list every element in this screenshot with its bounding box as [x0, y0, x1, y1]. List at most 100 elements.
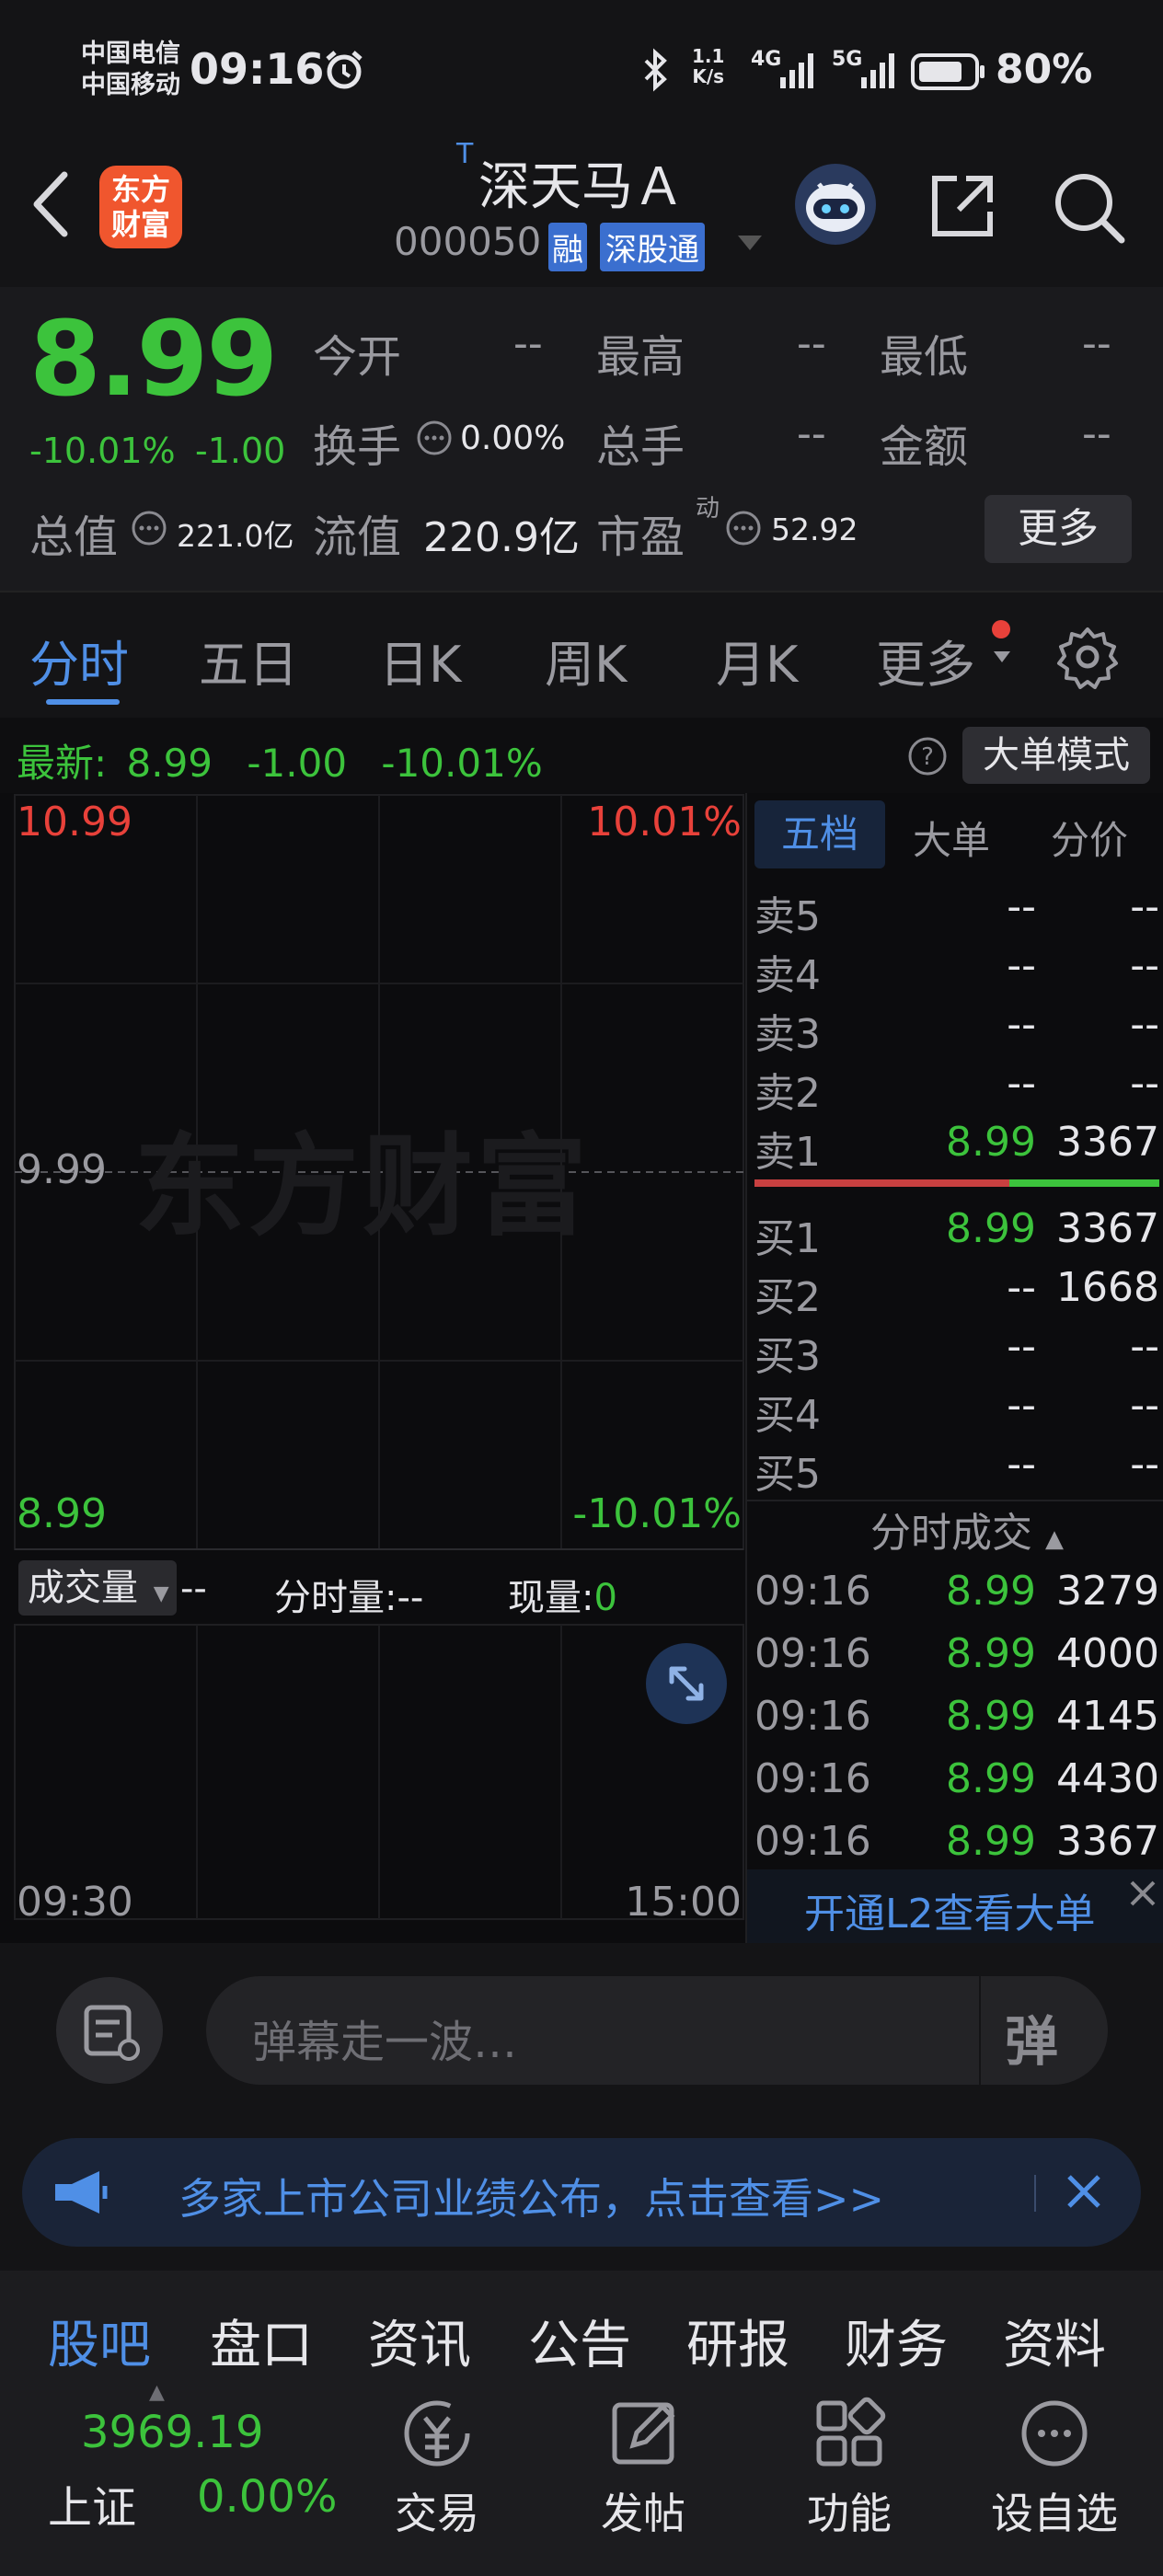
chart-grid [14, 794, 744, 1920]
latest-label: 最新: [17, 741, 108, 786]
robot-assistant-icon[interactable] [791, 160, 880, 252]
svg-text:?: ? [921, 743, 934, 771]
tab-daily-k[interactable]: 日K [379, 624, 461, 696]
change-percent: -10.01% [29, 431, 176, 471]
carrier-1: 中国电信 [81, 40, 180, 68]
volume-selector[interactable]: 成交量 ▼ [18, 1560, 177, 1616]
latest-price: 8.99 [126, 741, 213, 786]
book-tab-big-order[interactable]: 大单 [913, 810, 990, 866]
app-logo[interactable]: 东方 财富 [99, 166, 182, 248]
add-watchlist-label: 设自选 [991, 2489, 1118, 2538]
book-tab-price-dist[interactable]: 分价 [1051, 810, 1128, 866]
ask-label: 卖3 [754, 1011, 821, 1058]
index-panel[interactable]: ▲ 3969.19 上证 0.00% [0, 2381, 350, 2576]
back-arrow-icon[interactable] [28, 167, 74, 245]
section-tab-finance[interactable]: 财务 [845, 2304, 948, 2378]
quote-panel: 8.99 -10.01% -1.00 今开 -- 最高 -- 最低 -- 换手 … [0, 287, 1163, 591]
tab-more-caret-icon [992, 650, 1012, 668]
battery-icon [911, 53, 986, 94]
field-value-volume: -- [797, 410, 826, 457]
latest-info-bar: 最新: 8.99 -1.00 -10.01% ? 大单模式 [0, 718, 1163, 793]
status-time: 09:16 [190, 44, 325, 94]
tab-minute[interactable]: 分时 [29, 624, 129, 696]
settings-gear-icon[interactable] [1054, 624, 1121, 694]
field-value-high: -- [797, 320, 826, 367]
intraday-chart[interactable]: 东方财富 10.99 10.01% 9.99 8.99 -10.01% 成交量 … [0, 793, 745, 1943]
app-logo-line2: 财富 [110, 207, 170, 242]
l2-banner-close-icon[interactable] [1124, 1875, 1161, 1915]
danmu-input[interactable]: 弹幕走一波… 弹 [206, 1976, 1108, 2085]
l2-banner[interactable]: 开通L2查看大单 [747, 1869, 1163, 1943]
ask-row: 卖2 -- -- [747, 1054, 1163, 1117]
announcement-close-icon[interactable] [1062, 2169, 1106, 2217]
field-label-turnover: 换手 [313, 421, 402, 473]
search-icon[interactable] [1051, 169, 1128, 250]
announcement-banner[interactable]: 多家上市公司业绩公布，点击查看>> [22, 2138, 1141, 2247]
post-edit-icon [612, 2402, 675, 2465]
app-logo-line1: 东方 [110, 172, 170, 207]
danmu-settings-icon[interactable] [55, 1976, 164, 2088]
stock-switch-caret-icon[interactable] [736, 234, 764, 256]
volume-selector-caret-icon: ▼ [153, 1582, 169, 1605]
section-tab-notice[interactable]: 公告 [528, 2304, 631, 2378]
section-tab-market[interactable]: 盘口 [210, 2304, 313, 2378]
latest-change: -1.00 [247, 741, 348, 786]
share-icon[interactable] [926, 169, 999, 247]
help-icon[interactable]: ? [907, 736, 948, 780]
order-book-panel: 五档 大单 分价 卖5 -- -- 卖4 -- -- 卖3 -- -- 卖2 -- -- 卖1 8.99 3… [745, 793, 1163, 1943]
notification-dot [992, 620, 1010, 638]
tab-weekly-k[interactable]: 周K [545, 624, 627, 696]
bid-price: -- [1007, 1441, 1036, 1488]
trades-title[interactable]: 分时成交 ▲ [870, 1500, 1064, 1558]
tab-more[interactable]: 更多 [876, 624, 975, 696]
stock-title[interactable]: T 深天马Ａ 000050 融 深股通 [386, 138, 773, 276]
bid-label: 买5 [754, 1451, 821, 1498]
book-tab-level5[interactable]: 五档 [754, 800, 885, 868]
index-value: 3969.19 [81, 2407, 264, 2458]
chart-top-pct: 10.01% [587, 799, 742, 845]
more-quote-button[interactable]: 更多 [985, 495, 1132, 563]
ask-price: -- [1007, 1001, 1036, 1048]
functions-button[interactable]: 功能 [799, 2392, 900, 2558]
trade-price: 8.99 [946, 1693, 1036, 1740]
section-tab-forum[interactable]: 股吧 [48, 2304, 151, 2378]
volume-selector-label: 成交量 [28, 1567, 138, 1609]
pe-info-icon[interactable] [725, 510, 762, 550]
chart-top-price: 10.99 [17, 799, 132, 845]
signal-5g-label: 5G [832, 48, 863, 71]
post-button[interactable]: 发帖 [593, 2392, 694, 2558]
net-speed-value: 1.1 [692, 45, 725, 67]
trade-time: 09:16 [754, 1568, 871, 1615]
total-cap-info-icon[interactable] [131, 510, 167, 550]
trade-time: 09:16 [754, 1693, 871, 1740]
volume-value: -- [180, 1568, 207, 1610]
trade-volume: 4145 [1056, 1693, 1159, 1740]
section-tab-research[interactable]: 研报 [686, 2304, 789, 2378]
field-label-open: 今开 [313, 331, 402, 383]
signal-4g-label: 4G [751, 48, 782, 71]
field-label-pe: 市盈 [596, 512, 685, 563]
danmu-placeholder: 弹幕走一波… [252, 2017, 518, 2068]
l2-banner-text: 开通L2查看大单 [804, 1891, 1096, 1938]
section-tab-news[interactable]: 资讯 [368, 2304, 471, 2378]
tab-five-day[interactable]: 五日 [199, 624, 298, 696]
danmu-send-icon[interactable]: 弹 [1005, 1998, 1058, 2076]
bid-price: -- [1007, 1264, 1036, 1311]
expand-chart-icon[interactable] [644, 1641, 729, 1730]
trade-time: 09:16 [754, 1818, 871, 1865]
turnover-info-icon[interactable] [416, 420, 453, 460]
more-dots-icon [1021, 2400, 1088, 2467]
ask-label: 卖4 [754, 952, 821, 999]
add-watchlist-button[interactable]: 设自选 [981, 2392, 1128, 2558]
trade-row: 09:16 8.99 4430 [747, 1750, 1163, 1809]
signal-bars-1-icon [778, 50, 821, 94]
danmu-row: 弹幕走一波… 弹 [0, 1943, 1163, 2133]
section-tab-profile[interactable]: 资料 [1003, 2304, 1106, 2378]
tab-monthly-k[interactable]: 月K [716, 624, 798, 696]
index-pct: 0.00% [197, 2471, 338, 2523]
ask-row: 卖3 -- -- [747, 995, 1163, 1058]
trade-button[interactable]: 交易 [386, 2392, 488, 2558]
big-order-mode-button[interactable]: 大单模式 [962, 727, 1150, 784]
trade-price: 8.99 [946, 1755, 1036, 1802]
ask-label: 卖5 [754, 893, 821, 940]
